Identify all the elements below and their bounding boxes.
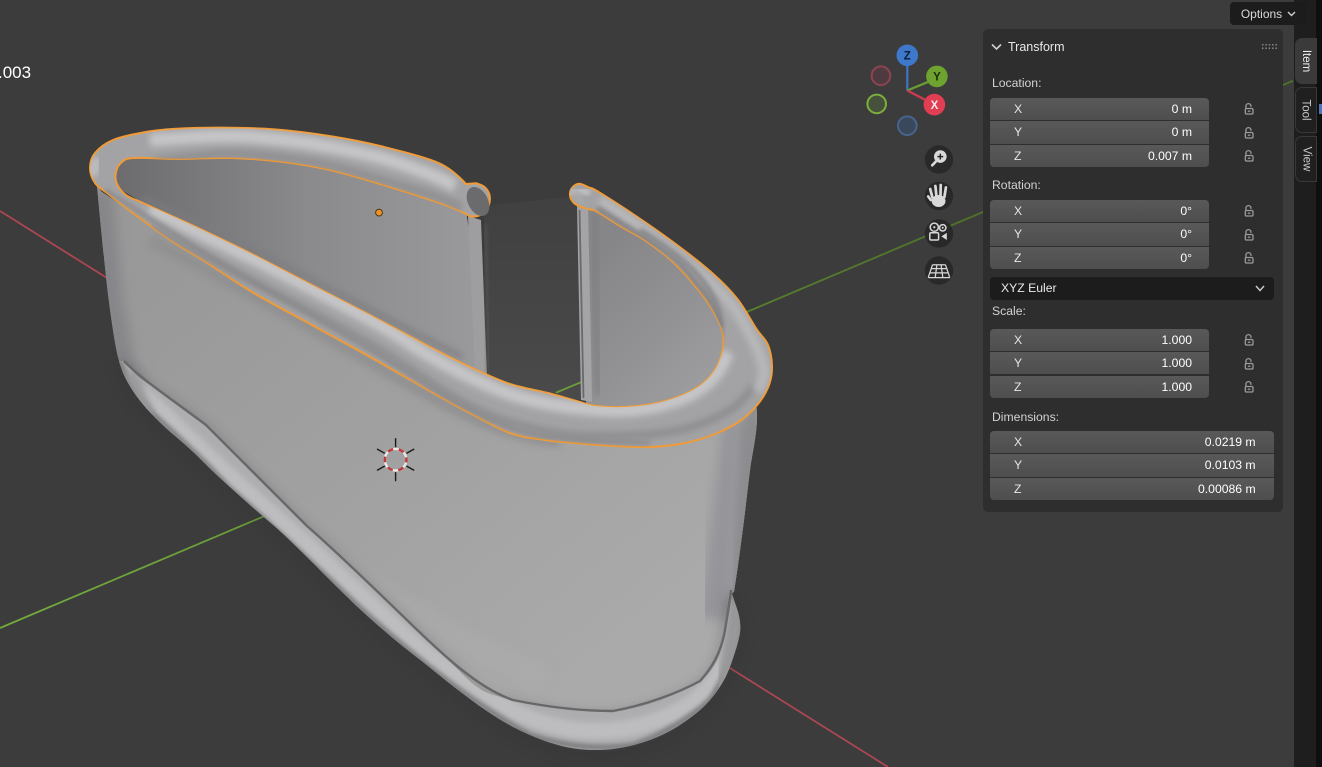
svg-text:X: X [931,100,939,112]
svg-text:Z: Z [904,51,911,63]
svg-text:Y: Y [933,72,941,84]
